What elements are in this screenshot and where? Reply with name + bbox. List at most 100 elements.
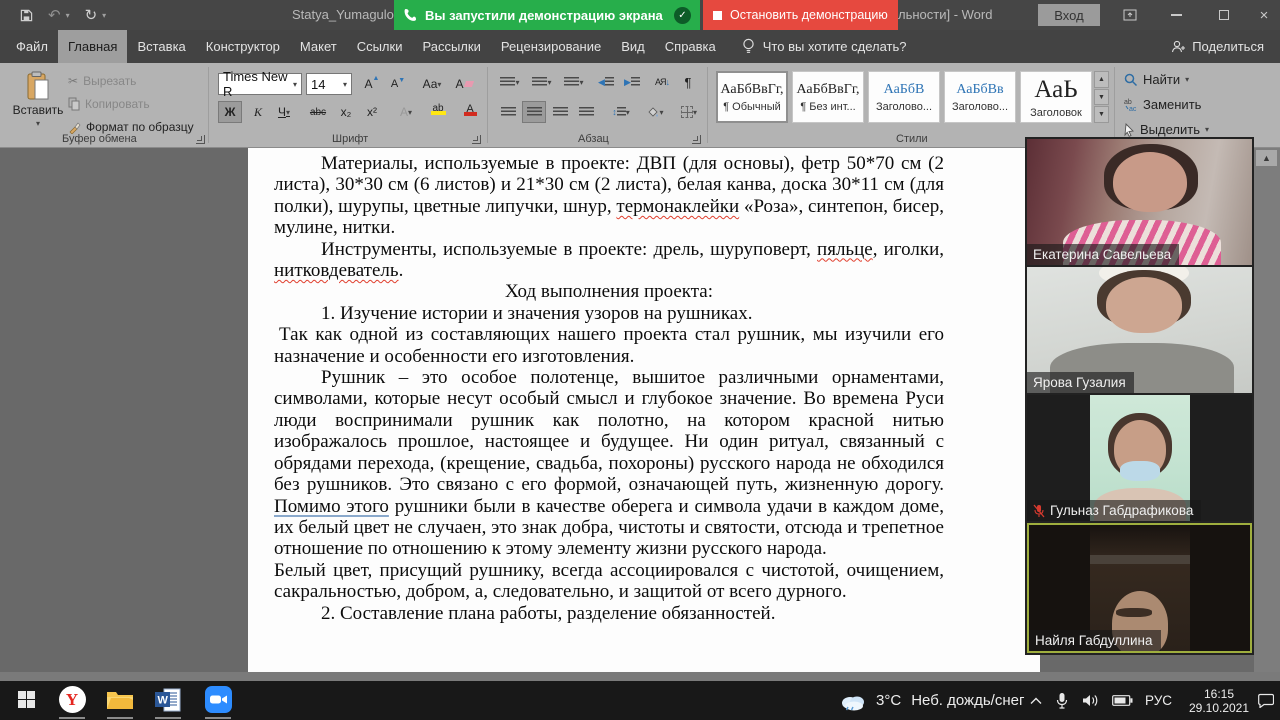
save-icon[interactable] (20, 9, 33, 22)
taskbar-yandex-browser-button[interactable]: Y (52, 681, 92, 718)
tab-рецензирование[interactable]: Рецензирование (491, 30, 611, 63)
tray-battery-button[interactable] (1112, 681, 1133, 720)
customize-qat-icon[interactable]: ▾ (102, 11, 106, 20)
undo-icon[interactable]: ↶ (48, 8, 61, 23)
select-button[interactable]: Выделить▾ (1124, 122, 1209, 137)
underline-button[interactable]: Ч▾ (272, 101, 296, 123)
styles-scrollbar[interactable]: ▲ ▼ ▼ (1094, 71, 1109, 123)
find-button[interactable]: Найти▾ (1124, 72, 1189, 87)
bold-button[interactable]: Ж (218, 101, 242, 123)
maximize-button[interactable] (1206, 0, 1242, 30)
show-marks-button[interactable]: ¶ (676, 71, 700, 93)
font-family-combobox[interactable]: Times New R ▾ (218, 73, 302, 95)
scroll-up-icon[interactable]: ▲ (1256, 150, 1277, 166)
tray-microphone-button[interactable] (1056, 681, 1068, 720)
document-paragraph[interactable]: 1. Изучение истории и значения узоров на… (274, 303, 944, 324)
participant-video-tile[interactable]: Гульназ Габдрафикова (1027, 395, 1252, 521)
document-paragraph[interactable]: Рушник – это особое полотенце, вышитое р… (274, 367, 944, 560)
document-paragraph[interactable]: Ход выполнения проекта: (274, 281, 944, 302)
strikethrough-button[interactable]: abc (306, 101, 330, 123)
style-card[interactable]: АаБбВвЗаголово... (944, 71, 1016, 123)
share-button[interactable]: Поделиться (1171, 30, 1280, 63)
tab-ссылки[interactable]: Ссылки (347, 30, 413, 63)
undo-dropdown-icon[interactable]: ▾ (66, 11, 70, 20)
redo-icon[interactable]: ↻ (85, 8, 98, 23)
bullets-button[interactable]: ▾ (496, 71, 524, 93)
clock-widget[interactable]: 16:15 29.10.2021 (1186, 681, 1252, 720)
font-group-label: Шрифт (332, 133, 368, 145)
participant-video-tile[interactable]: Екатерина Савельева (1027, 139, 1252, 265)
document-paragraph[interactable]: Так как одной из составляющих нашего про… (274, 324, 944, 367)
justify-button[interactable] (574, 101, 598, 123)
action-center-button[interactable] (1258, 681, 1274, 720)
text-effects-button[interactable]: А▾ (394, 101, 418, 123)
document-paragraph[interactable]: Материалы, используемые в проекте: ДВП (… (274, 153, 944, 239)
cut-button[interactable]: ✂ Вырезать (68, 74, 136, 88)
document-paragraph[interactable]: Инструменты, используемые в проекте: дре… (274, 239, 944, 282)
font-size-combobox[interactable]: 14 ▾ (306, 73, 352, 95)
participant-video-tile[interactable]: Ярова Гузалия (1027, 267, 1252, 393)
increase-indent-button[interactable]: ▶ (620, 71, 644, 93)
language-indicator[interactable]: РУС (1145, 681, 1172, 720)
start-button[interactable] (6, 681, 46, 718)
document-page[interactable]: Материалы, используемые в проекте: ДВП (… (248, 148, 1040, 672)
tab-главная[interactable]: Главная (58, 30, 127, 63)
change-case-button[interactable]: Аа▾ (416, 73, 448, 95)
font-dialog-launcher[interactable] (472, 135, 481, 144)
tab-макет[interactable]: Макет (290, 30, 347, 63)
align-center-button[interactable] (522, 101, 546, 123)
borders-button[interactable]: ▾ (674, 101, 704, 123)
paste-button[interactable]: Вставить ▾ (12, 71, 64, 128)
multilevel-list-button[interactable]: ▾ (560, 71, 588, 93)
close-button[interactable]: × (1246, 0, 1280, 30)
tab-вид[interactable]: Вид (611, 30, 655, 63)
clear-formatting-button[interactable]: А (452, 73, 476, 95)
tab-справка[interactable]: Справка (655, 30, 726, 63)
superscript-button[interactable]: x² (360, 101, 384, 123)
stop-share-button[interactable]: Остановить демонстрацию (703, 0, 898, 30)
decrease-indent-button[interactable]: ◀ (594, 71, 618, 93)
tell-me-assistant[interactable]: Что вы хотите сделать? (742, 30, 907, 63)
style-card[interactable]: АаБбВвГг,¶ Обычный (716, 71, 788, 123)
styles-more-icon[interactable]: ▼ (1094, 106, 1109, 123)
document-paragraph[interactable]: Белый цвет, присущий рушнику, всегда асс… (274, 560, 944, 603)
shrink-font-button[interactable]: А▼ (386, 73, 410, 95)
tray-expand-button[interactable] (1030, 681, 1042, 720)
clipboard-dialog-launcher[interactable] (196, 135, 205, 144)
shading-button[interactable]: ▾ (640, 101, 670, 123)
copy-button[interactable]: Копировать (68, 97, 150, 111)
grow-font-button[interactable]: А▲ (360, 73, 384, 95)
tab-файл[interactable]: Файл (6, 30, 58, 63)
tab-вставка[interactable]: Вставка (127, 30, 195, 63)
italic-button[interactable]: К (246, 101, 270, 123)
tray-volume-button[interactable] (1082, 681, 1099, 720)
tab-рассылки[interactable]: Рассылки (412, 30, 490, 63)
taskbar-file-explorer-button[interactable] (100, 681, 140, 718)
numbering-button[interactable]: ▾ (528, 71, 556, 93)
styles-scroll-down-icon[interactable]: ▼ (1094, 89, 1109, 106)
style-card[interactable]: АаЬЗаголовок (1020, 71, 1092, 123)
tab-конструктор[interactable]: Конструктор (196, 30, 290, 63)
document-scrollbar[interactable]: ▲ (1254, 148, 1280, 672)
font-color-button[interactable]: А (458, 99, 482, 121)
align-right-button[interactable] (548, 101, 572, 123)
sign-in-button[interactable]: Вход (1038, 4, 1100, 26)
participant-video-tile[interactable]: Найля Габдуллина (1027, 523, 1252, 653)
align-left-button[interactable] (496, 101, 520, 123)
highlight-color-button[interactable]: ab (426, 99, 450, 121)
sort-button[interactable]: АЯ↓ (650, 71, 674, 93)
replace-button[interactable]: abac Заменить (1124, 97, 1201, 112)
format-painter-button[interactable]: Формат по образцу (68, 120, 194, 134)
paragraph-dialog-launcher[interactable] (692, 135, 701, 144)
style-card[interactable]: АаБбВвГг,¶ Без инт... (792, 71, 864, 123)
ribbon-display-options-button[interactable] (1112, 0, 1148, 30)
styles-scroll-up-icon[interactable]: ▲ (1094, 71, 1109, 88)
document-paragraph[interactable]: 2. Составление плана работы, разделение … (274, 603, 944, 624)
line-spacing-button[interactable]: ↕▾ (606, 101, 636, 123)
taskbar-zoom-button[interactable] (198, 681, 238, 718)
minimize-button[interactable] (1158, 0, 1194, 30)
weather-widget[interactable]: 3°C Неб. дождь/снег (840, 681, 1024, 720)
subscript-button[interactable]: x₂ (334, 101, 358, 123)
taskbar-word-button[interactable]: W (148, 681, 188, 718)
style-card[interactable]: АаБбВЗаголово... (868, 71, 940, 123)
